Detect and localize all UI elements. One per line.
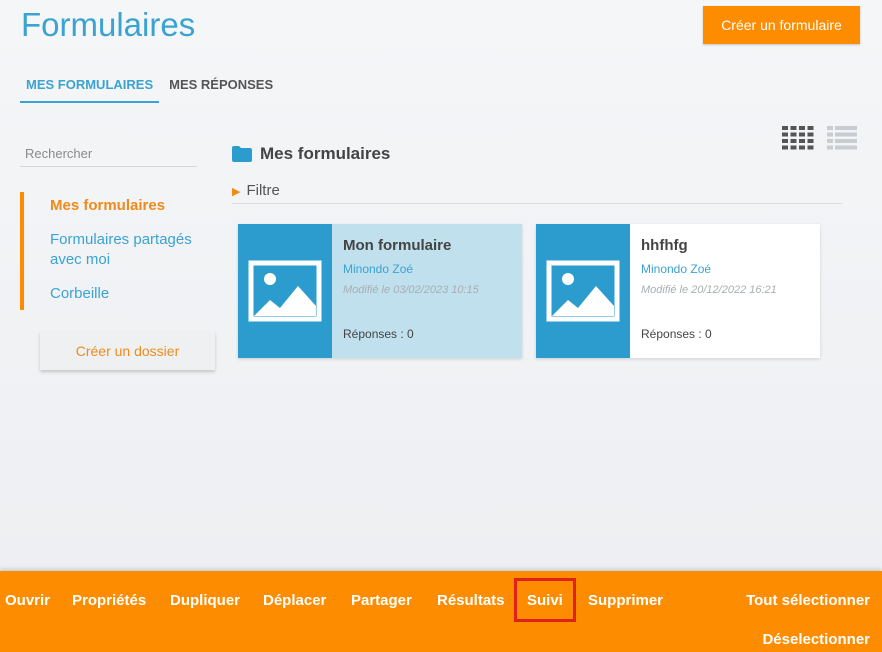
folder-title: Mes formulaires (232, 144, 390, 164)
card-body: Mon formulaire Minondo Zoé Modifié le 03… (332, 224, 522, 358)
filter-label: Filtre (246, 182, 280, 199)
card-modified: Modifié le 20/12/2022 16:21 (641, 284, 777, 296)
form-card-2[interactable]: hhfhfg Minondo Zoé Modifié le 20/12/2022… (536, 224, 820, 358)
share-button[interactable]: Partager (351, 592, 412, 609)
open-button[interactable]: Ouvrir (5, 592, 50, 609)
page-title: Formulaires (21, 6, 196, 43)
results-button[interactable]: Résultats (437, 592, 505, 609)
duplicate-button[interactable]: Dupliquer (170, 592, 240, 609)
card-body: hhfhfg Minondo Zoé Modifié le 20/12/2022… (630, 224, 820, 358)
properties-button[interactable]: Propriétés (72, 592, 146, 609)
action-bar: Ouvrir Propriétés Dupliquer Déplacer Par… (0, 571, 882, 652)
deselect-button[interactable]: Déselectionner (762, 631, 870, 648)
filter-toggle[interactable]: ▶ Filtre (232, 182, 842, 204)
caret-right-icon: ▶ (232, 186, 241, 198)
tab-bar: MES FORMULAIRES MES RÉPONSES (20, 74, 283, 103)
search-input[interactable] (20, 141, 197, 167)
card-thumbnail (238, 224, 332, 358)
sidebar-nav: Mes formulaires Formulaires partagés ave… (20, 192, 220, 310)
sidebar-item-shared-forms[interactable]: Formulaires partagés avec moi (50, 230, 220, 270)
tab-my-forms[interactable]: MES FORMULAIRES (20, 74, 160, 103)
tab-my-responses[interactable]: MES RÉPONSES (163, 74, 279, 103)
image-placeholder-icon (248, 260, 322, 322)
tracking-button[interactable]: Suivi (514, 578, 576, 622)
card-thumbnail (536, 224, 630, 358)
list-view-icon[interactable] (827, 126, 857, 150)
card-author: Minondo Zoé (641, 262, 712, 276)
card-title: Mon formulaire (343, 237, 452, 254)
create-form-button[interactable]: Créer un formulaire (703, 6, 860, 44)
delete-button[interactable]: Supprimer (588, 592, 663, 609)
folder-icon (232, 146, 252, 162)
select-all-button[interactable]: Tout sélectionner (746, 592, 870, 609)
folder-title-text: Mes formulaires (260, 144, 391, 163)
create-folder-button[interactable]: Créer un dossier (40, 331, 215, 370)
image-placeholder-icon (546, 260, 620, 322)
move-button[interactable]: Déplacer (263, 592, 326, 609)
sidebar-item-trash[interactable]: Corbeille (50, 284, 220, 304)
card-author: Minondo Zoé (343, 262, 414, 276)
grid-view-icon[interactable] (782, 126, 814, 150)
card-title: hhfhfg (641, 237, 688, 254)
sidebar-item-my-forms[interactable]: Mes formulaires (50, 196, 220, 216)
card-modified: Modifié le 03/02/2023 10:15 (343, 284, 479, 296)
card-responses: Réponses : 0 (343, 327, 414, 341)
form-card-1[interactable]: Mon formulaire Minondo Zoé Modifié le 03… (238, 224, 522, 358)
card-responses: Réponses : 0 (641, 327, 712, 341)
